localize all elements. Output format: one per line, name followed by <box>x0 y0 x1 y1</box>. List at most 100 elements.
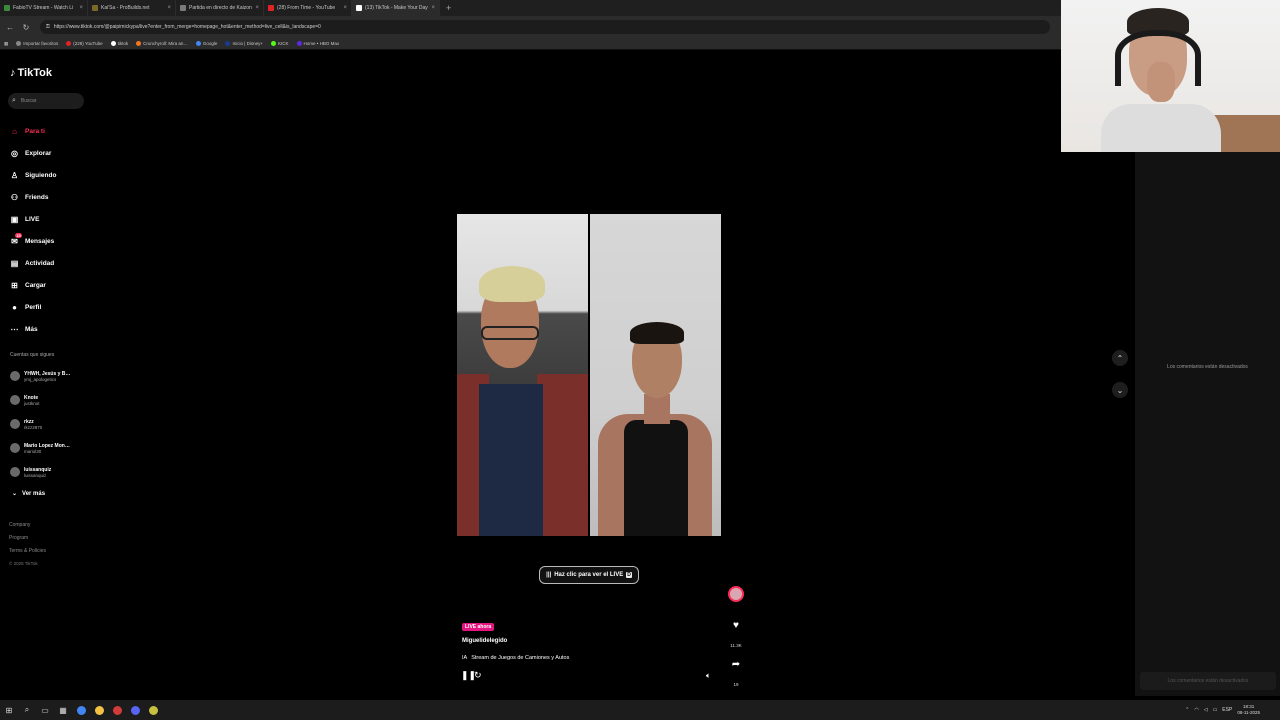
footer-link[interactable]: Terms & Policies <box>9 548 46 554</box>
host-avatar[interactable] <box>728 586 744 602</box>
wifi-icon[interactable]: ◠ <box>1194 707 1198 713</box>
bookmark-label: Inicio | Disney+ <box>232 41 263 46</box>
tab-title: Kai'Sa - ProBuilds.net <box>101 5 150 11</box>
bookmark-item[interactable]: Importar favoritos <box>16 41 58 46</box>
bookmark-label: (228) YouTube <box>73 41 103 46</box>
url-text: https://www.tiktok.com/@paipimickypa/liv… <box>53 24 321 30</box>
bookmark-favicon-icon <box>66 41 72 46</box>
browser-tab[interactable]: (28) From Time - YouTube × <box>264 0 352 16</box>
bookmark-item[interactable]: Crunchyroll: Mira an… <box>136 41 188 46</box>
home-icon: ⌂ <box>12 126 17 136</box>
sidebar-item-label: Para ti <box>25 127 45 135</box>
language-indicator[interactable]: ESP <box>1222 707 1232 713</box>
battery-icon[interactable]: ▭ <box>1213 707 1218 713</box>
game-launcher-icon[interactable] <box>108 701 126 719</box>
browser-tab[interactable]: FabioTV Stream - Watch Li × <box>0 0 88 16</box>
person-jacket <box>537 374 588 536</box>
sidebar-item-explorar[interactable]: ◎ Explorar <box>10 142 56 164</box>
chevron-down-icon: ⌄ <box>12 491 18 497</box>
live-badge: LIVE ahora <box>462 623 495 631</box>
site-info-icon[interactable]: ⚿ <box>46 24 50 30</box>
host-name[interactable]: Miguelidelegido <box>462 638 507 644</box>
bookmark-item[interactable]: tiktok <box>110 41 128 46</box>
clock-date: 08-11-2025 <box>1237 710 1260 715</box>
clock[interactable]: 18:31 08-11-2025 <box>1237 704 1260 716</box>
chevron-up-icon[interactable]: ⌃ <box>1112 350 1128 366</box>
bookmark-item[interactable]: (228) YouTube <box>66 41 103 46</box>
following-account[interactable]: luissanquiz luissanquiz <box>10 460 70 484</box>
close-icon[interactable]: × <box>343 5 347 11</box>
person-hair <box>479 266 545 302</box>
bookmark-item[interactable]: KICK <box>271 41 289 46</box>
sidebar-item-perfil[interactable]: ● Perfil <box>10 296 56 318</box>
url-bar[interactable]: ⚿ https://www.tiktok.com/@paipimickypa/l… <box>40 20 1050 34</box>
close-icon[interactable]: × <box>255 5 259 11</box>
widgets-icon[interactable]: ▦ <box>54 701 72 719</box>
copyright: © 2025 TikTok <box>9 561 38 566</box>
chevron-up-icon[interactable]: ⌃ <box>1185 707 1189 713</box>
close-icon[interactable]: × <box>79 5 83 11</box>
sidebar-item-cargar[interactable]: ⊞ Cargar <box>10 274 56 296</box>
search-box[interactable]: ⌕ <box>8 93 84 109</box>
tab-title: (28) From Time - YouTube <box>277 5 336 11</box>
sidebar-item-label: Más <box>25 325 38 333</box>
see-more-label: Ver más <box>22 490 46 497</box>
close-icon[interactable]: × <box>167 5 171 11</box>
sidebar-item-actividad[interactable]: ▤ Actividad <box>10 252 56 274</box>
sidebar-item-siguiendo[interactable]: ♙ Siguiendo <box>10 164 57 186</box>
share-icon[interactable]: ➦ <box>728 659 744 670</box>
browser-tab[interactable]: Kai'Sa - ProBuilds.net × <box>88 0 176 16</box>
bookmark-item[interactable]: Google <box>195 41 217 46</box>
sidebar-item-label: Actividad <box>25 259 55 267</box>
sidebar-item-m-s[interactable]: ⋯ Más <box>10 318 56 340</box>
new-tab-button[interactable]: + <box>440 3 457 13</box>
sidebar-item-mensajes[interactable]: ✉ Mensajes 15 <box>10 230 56 252</box>
following-account[interactable]: Knote justknot <box>10 388 70 412</box>
following-account[interactable]: YHWH, Jesús y B… ymj_apologetics <box>10 364 70 388</box>
app-icon[interactable] <box>144 701 162 719</box>
discord-icon[interactable] <box>126 701 144 719</box>
search-icon[interactable]: ⌕ <box>18 701 36 719</box>
sidebar-item-friends[interactable]: ⚇ Friends <box>10 186 56 208</box>
footer-link[interactable]: Program <box>9 535 46 541</box>
back-icon[interactable]: ← <box>4 21 16 33</box>
tiktok-note-icon: ♪ <box>10 67 16 79</box>
bookmark-favicon-icon <box>110 41 116 46</box>
chrome-icon[interactable] <box>72 701 90 719</box>
bars-icon: ||| <box>546 572 552 578</box>
taskbar-apps: ⊞ ⌕ ▭ ▦ <box>0 701 162 719</box>
close-icon[interactable]: × <box>431 5 435 11</box>
avatar <box>10 419 20 429</box>
browser-tab[interactable]: Partida en directo de Kaizone#4…× <box>176 0 264 16</box>
bookmark-favicon-icon <box>195 41 201 46</box>
file-explorer-icon[interactable] <box>90 701 108 719</box>
apps-grid-icon[interactable]: ▦ <box>4 41 8 47</box>
footer-link[interactable]: Company <box>9 522 46 528</box>
live-icon: ▣ <box>10 214 19 224</box>
reload-icon[interactable]: ↻ <box>20 21 32 33</box>
volume-icon[interactable]: 🔈︎ <box>706 671 711 681</box>
sidebar-item-live[interactable]: ▣ LIVE <box>10 208 56 230</box>
sidebar-item-para-ti[interactable]: ⌂ Para ti <box>10 120 56 142</box>
windows-start-icon[interactable]: ⊞ <box>0 701 18 719</box>
bookmark-favicon-icon <box>16 41 22 46</box>
refresh-icon[interactable]: ↻ <box>474 670 482 681</box>
following-account[interactable]: Mario Lopez Mon… mariol30 <box>10 436 70 460</box>
browser-tab[interactable]: (13) TikTok - Make Your Day × <box>352 0 440 16</box>
bookmark-item[interactable]: Home • HBO Max <box>296 41 339 46</box>
search-input[interactable] <box>20 98 81 104</box>
chevron-down-icon[interactable]: ⌄ <box>1112 382 1128 398</box>
account-handle: mariol30 <box>24 448 42 454</box>
task-view-icon[interactable]: ▭ <box>36 701 54 719</box>
speaker-icon[interactable]: ◁ <box>1204 707 1208 713</box>
watch-live-label: Haz clic para ver el LIVE <box>554 572 624 578</box>
tiktok-logo[interactable]: ♪ TikTok <box>10 67 52 79</box>
following-account[interactable]: rkzz rkzz2870 <box>10 412 70 436</box>
see-more-button[interactable]: ⌄ Ver más <box>12 490 46 498</box>
person-hand <box>1147 62 1175 102</box>
following-title: Cuentas que sigues <box>10 352 55 358</box>
live-video[interactable] <box>457 214 721 536</box>
bookmark-item[interactable]: Inicio | Disney+ <box>225 41 263 46</box>
watch-live-button[interactable]: ||| Haz clic para ver el LIVE D <box>539 566 639 584</box>
heart-icon[interactable]: ♥ <box>728 620 744 631</box>
